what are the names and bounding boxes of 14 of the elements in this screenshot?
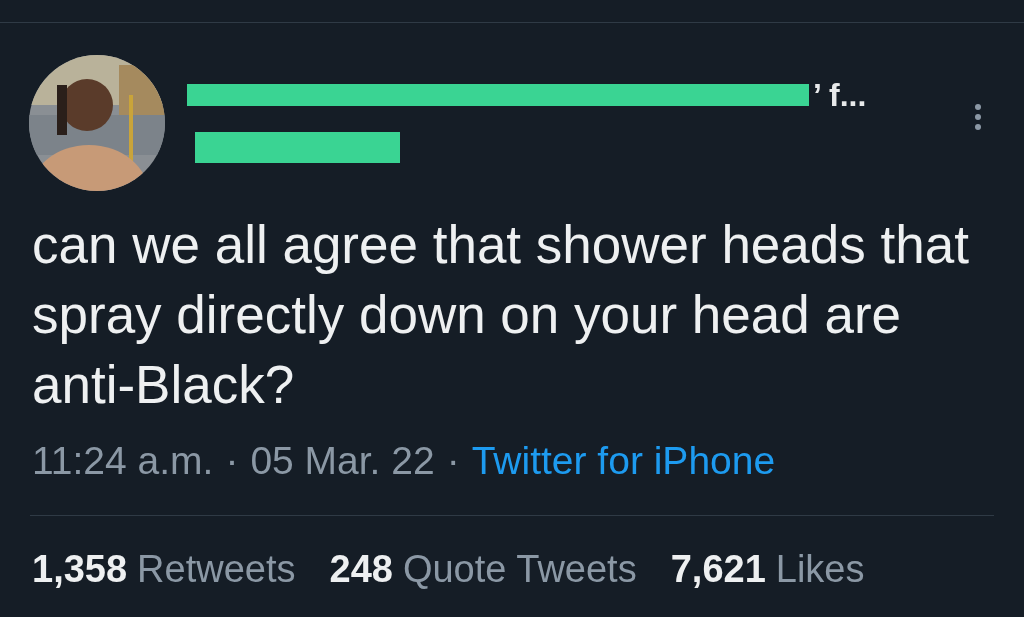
stat-count: 7,621 <box>670 548 766 591</box>
stat-count: 1,358 <box>32 548 128 591</box>
separator-dot: · <box>225 439 239 483</box>
separator-dot: · <box>446 439 460 483</box>
timestamp: 11:24 a.m. <box>32 439 214 483</box>
stat-label[interactable]: Quote Tweets <box>402 548 637 591</box>
timestamp: 05 Mar. 22 <box>250 439 435 483</box>
tweet-text: can we all agree that shower heads that spray directly down on your head are anti-Black? <box>32 214 970 416</box>
stat-label[interactable]: Likes <box>775 548 865 591</box>
source-link[interactable]: Twitter for iPhone <box>471 439 776 483</box>
display-name: ’ f... <box>813 76 867 114</box>
stat-count: 248 <box>329 548 393 591</box>
stat-label[interactable]: Retweets <box>137 548 296 591</box>
more-icon[interactable] <box>974 104 982 130</box>
